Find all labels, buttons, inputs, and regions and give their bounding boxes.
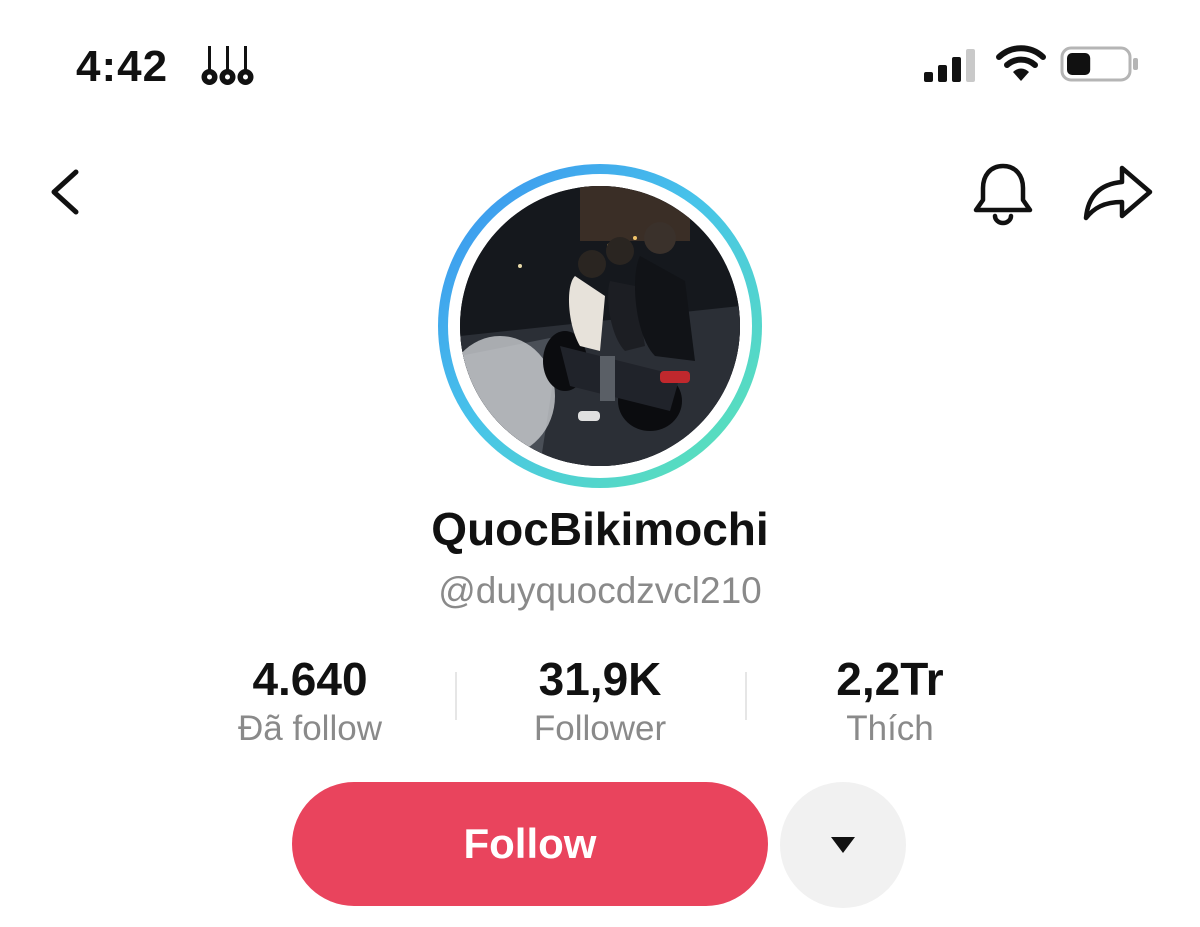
stat-followers-value: 31,9K [538, 653, 662, 705]
more-options-button[interactable] [780, 782, 906, 908]
stat-followers-label: Follower [533, 709, 667, 748]
display-name: QuocBikimochi [431, 503, 769, 555]
stat-likes-label: Thích [846, 709, 934, 748]
share-arrow-icon[interactable] [1080, 160, 1156, 224]
username-handle: @duyquocdzvcl210 [438, 570, 762, 611]
wifi-icon [996, 45, 1046, 81]
stat-followers[interactable]: 31,9K Follower [450, 654, 750, 752]
cellular-signal-icon [924, 49, 975, 82]
music-instruments-icon [201, 46, 254, 85]
follow-button[interactable]: Follow [292, 782, 768, 906]
stat-following-value: 4.640 [252, 653, 368, 705]
caret-down-icon [831, 837, 855, 853]
stat-likes-value: 2,2Tr [836, 653, 944, 705]
chevron-left-icon[interactable] [40, 160, 100, 224]
stat-likes: 2,2Tr Thích [740, 654, 1040, 752]
bell-icon[interactable] [968, 158, 1038, 228]
battery-icon [1060, 46, 1138, 82]
status-time: 4:42 [76, 42, 169, 91]
avatar-ring [438, 164, 762, 488]
stat-following[interactable]: 4.640 Đã follow [160, 654, 460, 752]
avatar-photo [460, 186, 740, 466]
stat-following-label: Đã follow [238, 709, 382, 748]
avatar[interactable] [460, 186, 740, 466]
